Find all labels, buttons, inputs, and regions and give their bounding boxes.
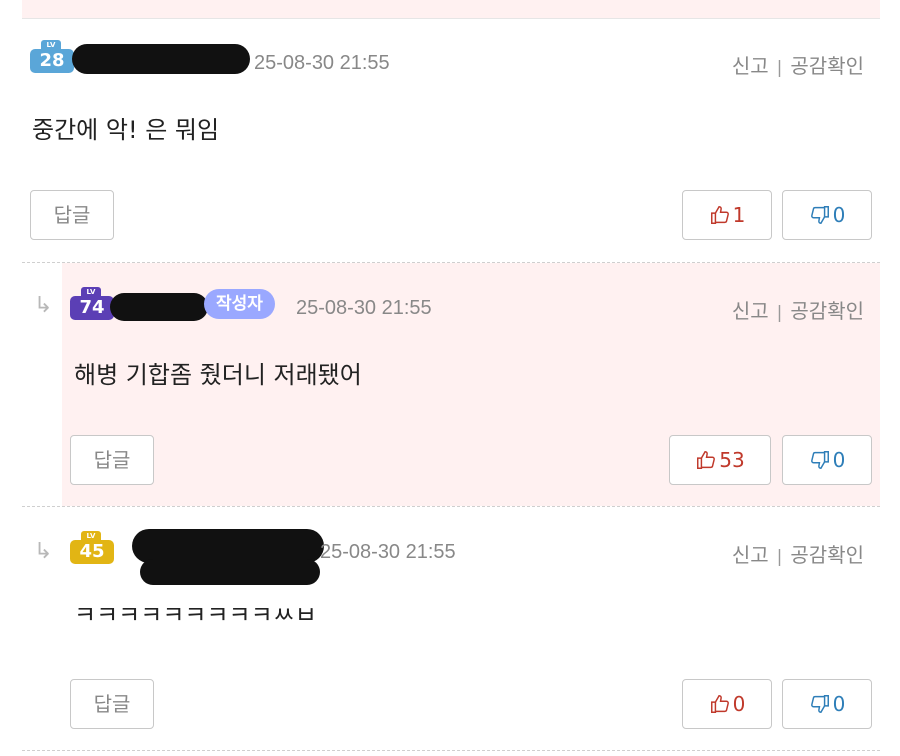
redacted-username xyxy=(132,529,324,563)
like-count: 0 xyxy=(732,692,746,716)
thumbs-up-icon xyxy=(710,695,729,713)
reply-button[interactable]: 답글 xyxy=(70,679,154,729)
comment-item: ↳ LV 74 작성자 25-08-30 21:55 신고 | 공감확인 해병 기합… xyxy=(0,263,900,506)
comment-item: LV 28 25-08-30 21:55 신고 | 공감확인 중간에 악! 은 뭐임… xyxy=(0,18,900,262)
redacted-username-overflow xyxy=(140,559,320,585)
comment-text: 해병 기합좀 줬더니 저래됐어 xyxy=(74,361,362,389)
comment-actions: 신고 | 공감확인 xyxy=(732,295,864,324)
comment-date: 25-08-30 21:55 xyxy=(296,297,432,319)
dislike-button[interactable]: 0 xyxy=(782,435,872,485)
divider: | xyxy=(776,547,783,567)
comment-text: ㅋㅋㅋㅋㅋㅋㅋㅋㅋㅆㅂ xyxy=(74,601,317,629)
author-badge: 작성자 xyxy=(204,289,275,319)
sympathy-check-link[interactable]: 공감확인 xyxy=(790,543,864,567)
reply-arrow-icon: ↳ xyxy=(34,539,53,564)
level-badge-icon: LV 45 xyxy=(70,531,114,567)
level-number: 45 xyxy=(70,540,114,564)
comment-item: ↳ LV 45 25-08-30 21:55 신고 | 공감확인 ㅋㅋㅋㅋㅋㅋㅋㅋㅋ… xyxy=(0,507,900,751)
dislike-count: 0 xyxy=(832,692,846,716)
reply-button[interactable]: 답글 xyxy=(70,435,154,485)
like-button[interactable]: 1 xyxy=(682,190,772,240)
like-count: 1 xyxy=(732,203,746,227)
level-badge-icon: LV 74 xyxy=(70,287,114,323)
comment-actions: 신고 | 공감확인 xyxy=(732,50,864,79)
like-count: 53 xyxy=(719,448,745,472)
thumbs-down-icon xyxy=(810,695,829,713)
dislike-button[interactable]: 0 xyxy=(782,679,872,729)
comment-actions: 신고 | 공감확인 xyxy=(732,539,864,568)
divider xyxy=(22,750,880,751)
previous-comment-tail xyxy=(22,0,880,18)
sympathy-check-link[interactable]: 공감확인 xyxy=(790,299,864,323)
reply-button[interactable]: 답글 xyxy=(30,190,114,240)
thumbs-down-icon xyxy=(810,451,829,469)
thumbs-down-icon xyxy=(810,206,829,224)
thumbs-up-icon xyxy=(710,206,729,224)
level-badge-icon: LV 28 xyxy=(30,40,74,76)
sympathy-check-link[interactable]: 공감확인 xyxy=(790,54,864,78)
divider: | xyxy=(776,58,783,78)
comment-date: 25-08-30 21:55 xyxy=(320,541,456,563)
report-link[interactable]: 신고 xyxy=(732,54,769,78)
report-link[interactable]: 신고 xyxy=(732,299,769,323)
comment-date: 25-08-30 21:55 xyxy=(254,52,390,74)
dislike-count: 0 xyxy=(832,448,846,472)
level-number: 74 xyxy=(70,296,114,320)
like-button[interactable]: 0 xyxy=(682,679,772,729)
report-link[interactable]: 신고 xyxy=(732,543,769,567)
comment-text: 중간에 악! 은 뭐임 xyxy=(32,116,220,144)
dislike-button[interactable]: 0 xyxy=(782,190,872,240)
thumbs-up-icon xyxy=(697,451,716,469)
divider: | xyxy=(776,303,783,323)
like-button[interactable]: 53 xyxy=(669,435,771,485)
redacted-username xyxy=(110,293,208,321)
level-number: 28 xyxy=(30,49,74,73)
reply-arrow-icon: ↳ xyxy=(34,293,53,318)
dislike-count: 0 xyxy=(832,203,846,227)
redacted-username xyxy=(72,44,250,74)
